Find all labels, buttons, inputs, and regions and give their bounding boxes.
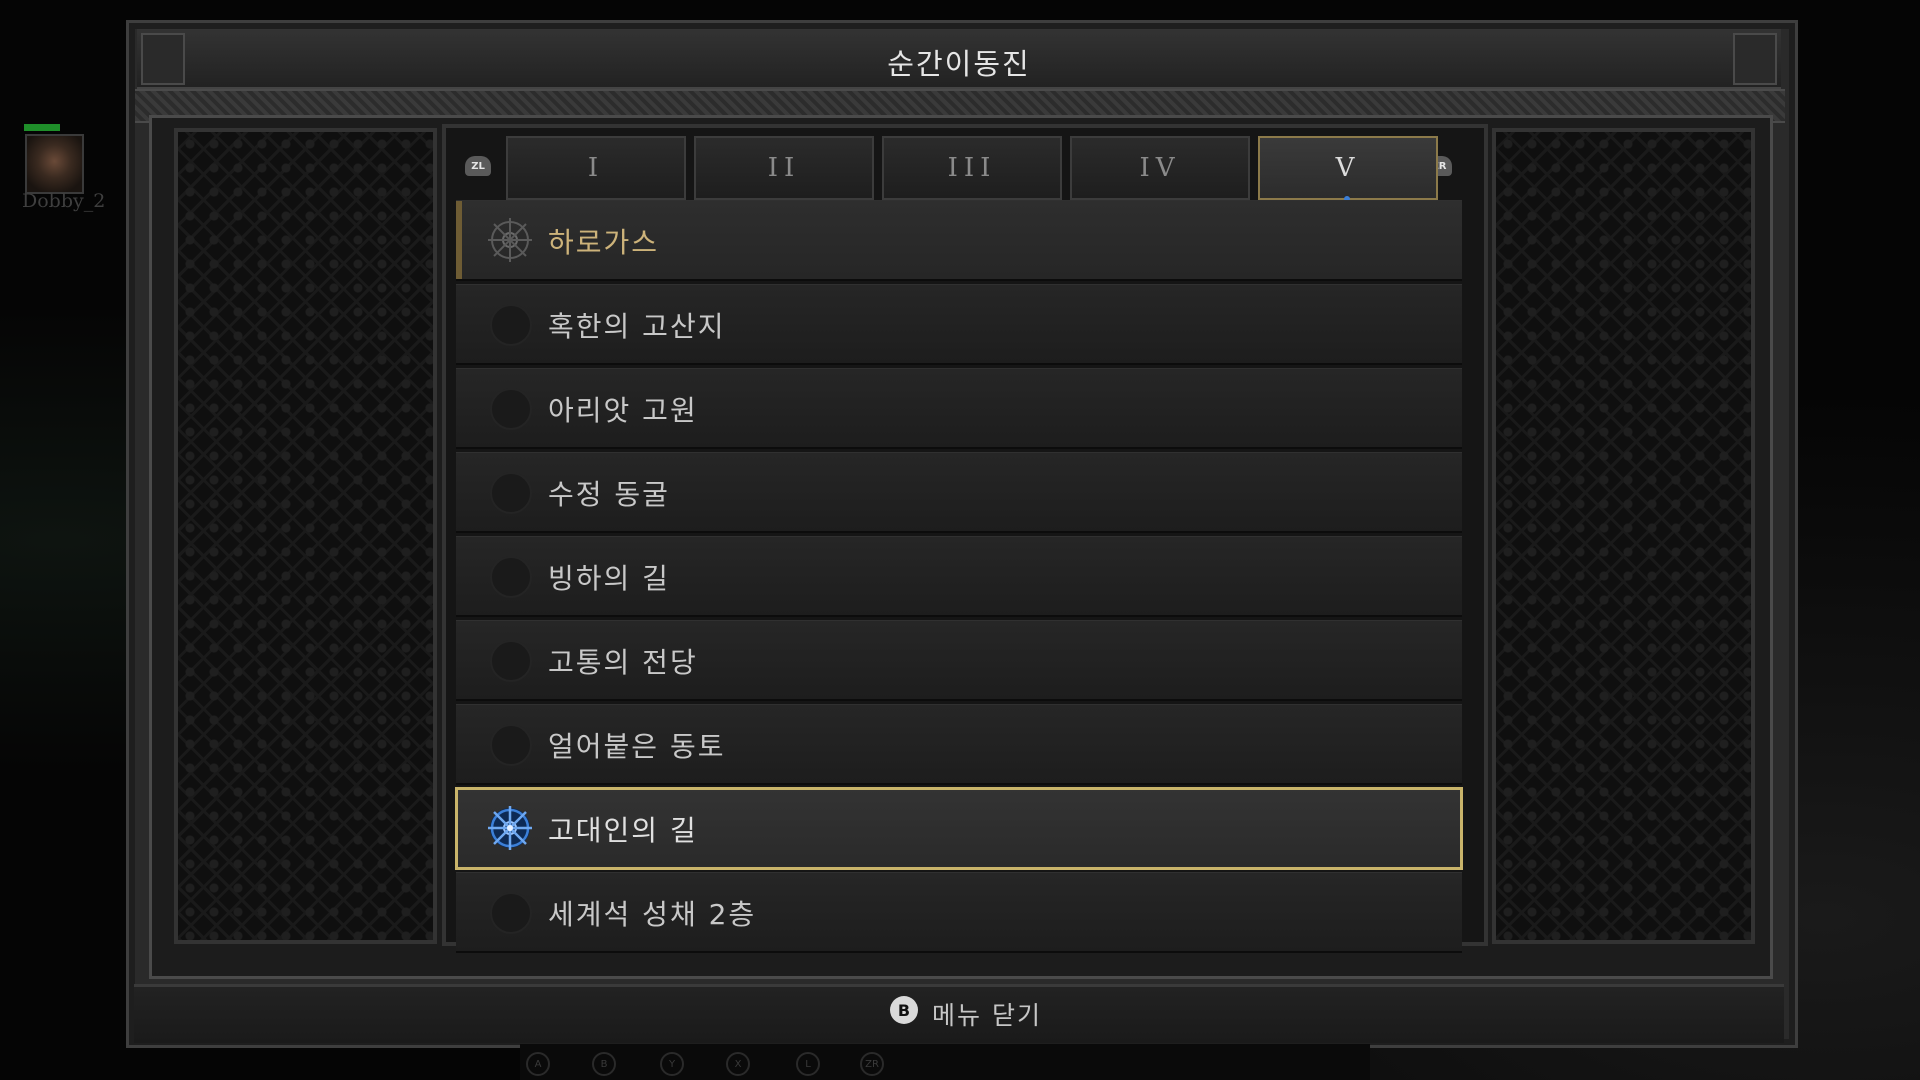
party-member-health-bar bbox=[24, 124, 60, 131]
waypoint-rune-icon bbox=[488, 218, 532, 262]
waypoint-row[interactable]: 세계석 성채 2층 bbox=[456, 872, 1462, 953]
hotbar-key-y[interactable]: Y bbox=[660, 1052, 684, 1076]
hotbar-key-l[interactable]: L bbox=[796, 1052, 820, 1076]
empty-slot-icon bbox=[490, 388, 532, 430]
hotbar-key-x[interactable]: X bbox=[726, 1052, 750, 1076]
waypoint-list: 하로가스 혹한의 고산지 아리앗 고원 수정 동굴 빙하의 길 고통의 전당 얼… bbox=[455, 200, 1463, 956]
tab-act-4[interactable]: IV bbox=[1070, 136, 1250, 200]
empty-slot-icon bbox=[490, 304, 532, 346]
left-lattice-panel bbox=[174, 128, 437, 944]
party-member-name: Dobby_2 bbox=[22, 190, 106, 212]
waypoint-row-selected[interactable]: 고대인의 길 bbox=[455, 787, 1463, 870]
hotbar-key-b[interactable]: B bbox=[592, 1052, 616, 1076]
party-member-portrait[interactable] bbox=[25, 134, 84, 194]
empty-slot-icon bbox=[490, 640, 532, 682]
waypoint-label: 세계석 성채 2층 bbox=[548, 898, 757, 931]
hotbar-key-zr[interactable]: ZR bbox=[860, 1052, 884, 1076]
waypoint-row-harrogath[interactable]: 하로가스 bbox=[456, 200, 1462, 281]
waypoint-rune-icon bbox=[488, 806, 532, 850]
waypoint-label: 수정 동굴 bbox=[548, 478, 670, 511]
hotbar-key-a[interactable]: A bbox=[526, 1052, 550, 1076]
b-button-icon[interactable]: B bbox=[890, 996, 918, 1024]
waypoint-label: 빙하의 길 bbox=[548, 562, 670, 595]
skill-hotbar bbox=[520, 1044, 1370, 1080]
party-member[interactable]: Dobby_2 bbox=[22, 122, 118, 212]
waypoint-row[interactable]: 고통의 전당 bbox=[456, 620, 1462, 701]
waypoint-row[interactable]: 아리앗 고원 bbox=[456, 368, 1462, 449]
tab-act-1[interactable]: I bbox=[506, 136, 686, 200]
waypoint-row[interactable]: 혹한의 고산지 bbox=[456, 284, 1462, 365]
right-lattice-panel bbox=[1492, 128, 1755, 944]
waypoint-label: 아리앗 고원 bbox=[548, 394, 698, 427]
waypoint-label: 혹한의 고산지 bbox=[548, 310, 726, 343]
close-menu-label[interactable]: 메뉴 닫기 bbox=[932, 996, 1042, 1032]
empty-slot-icon bbox=[490, 472, 532, 514]
waypoint-row[interactable]: 빙하의 길 bbox=[456, 536, 1462, 617]
empty-slot-icon bbox=[490, 556, 532, 598]
zl-button-icon[interactable]: ZL bbox=[465, 156, 491, 176]
title-bar: 순간이동진 bbox=[137, 29, 1781, 90]
waypoint-label: 고통의 전당 bbox=[548, 646, 698, 679]
waypoint-row[interactable]: 얼어붙은 동토 bbox=[456, 704, 1462, 785]
tab-act-2[interactable]: II bbox=[694, 136, 874, 200]
waypoint-row[interactable]: 수정 동굴 bbox=[456, 452, 1462, 533]
waypoint-label: 고대인의 길 bbox=[548, 814, 698, 847]
act-tabs: I II III IV V bbox=[506, 136, 1438, 202]
window-title: 순간이동진 bbox=[887, 47, 1031, 81]
empty-slot-icon bbox=[490, 892, 532, 934]
waypoint-label: 하로가스 bbox=[548, 226, 660, 259]
tab-act-5[interactable]: V bbox=[1258, 136, 1438, 202]
tab-act-3[interactable]: III bbox=[882, 136, 1062, 200]
waypoint-label: 얼어붙은 동토 bbox=[548, 730, 726, 763]
empty-slot-icon bbox=[490, 724, 532, 766]
